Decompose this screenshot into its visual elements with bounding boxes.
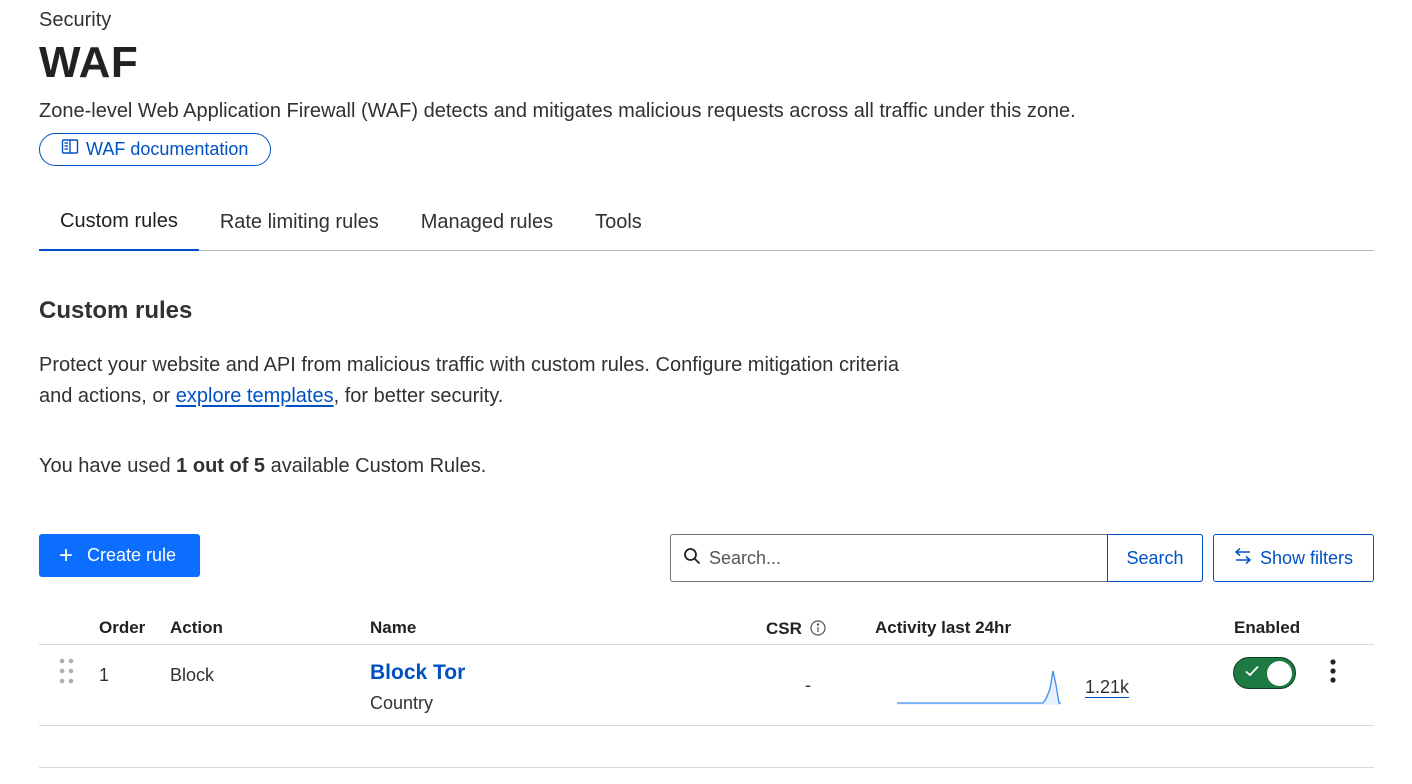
table-header: Order Action Name CSR Activity last 24hr… bbox=[39, 606, 1374, 645]
show-filters-button[interactable]: Show filters bbox=[1213, 534, 1374, 582]
page-title: WAF bbox=[39, 38, 139, 87]
show-filters-label: Show filters bbox=[1259, 547, 1354, 568]
search-icon bbox=[683, 547, 701, 570]
search-bar: Search bbox=[670, 534, 1203, 582]
activity-count[interactable]: 1.21k bbox=[1085, 677, 1129, 698]
page-description: Zone-level Web Application Firewall (WAF… bbox=[39, 100, 1076, 122]
search-button[interactable]: Search bbox=[1107, 534, 1203, 582]
column-action[interactable]: Action bbox=[170, 618, 223, 638]
tab-rate-limiting-rules[interactable]: Rate limiting rules bbox=[199, 194, 400, 251]
column-order[interactable]: Order bbox=[99, 618, 145, 638]
waf-documentation-label: WAF documentation bbox=[86, 139, 249, 159]
usage-text-2: available Custom Rules. bbox=[265, 455, 487, 477]
tab-managed-rules[interactable]: Managed rules bbox=[400, 194, 574, 251]
plus-icon: + bbox=[59, 541, 74, 569]
table-row[interactable]: 1 Block Block Tor Country - 1.21k bbox=[39, 645, 1374, 726]
column-activity: Activity last 24hr bbox=[875, 618, 1012, 637]
book-icon bbox=[61, 138, 79, 161]
activity-sparkline bbox=[895, 661, 1065, 712]
waf-page: Security WAF Zone-level Web Application … bbox=[39, 0, 1374, 784]
explore-templates-link[interactable]: explore templates bbox=[176, 385, 334, 407]
toggle-knob bbox=[1267, 660, 1292, 686]
rule-name-link[interactable]: Block Tor bbox=[370, 661, 465, 685]
info-icon[interactable] bbox=[810, 620, 826, 636]
tab-custom-rules[interactable]: Custom rules bbox=[39, 194, 199, 251]
rule-csr: - bbox=[805, 675, 811, 695]
rule-action: Block bbox=[170, 665, 215, 685]
column-name[interactable]: Name bbox=[370, 618, 416, 638]
create-rule-label: Create rule bbox=[87, 545, 177, 565]
search-field bbox=[671, 535, 1107, 581]
section-desc-text-2: , for better security. bbox=[333, 385, 504, 407]
column-enabled: Enabled bbox=[1234, 618, 1301, 637]
section-description: Protect your website and API from malici… bbox=[39, 350, 899, 412]
column-csr-label: CSR bbox=[766, 619, 802, 638]
tab-tools[interactable]: Tools bbox=[574, 194, 663, 251]
enabled-toggle[interactable] bbox=[1233, 657, 1296, 689]
check-icon bbox=[1245, 665, 1259, 677]
rules-table: Order Action Name CSR Activity last 24hr… bbox=[39, 606, 1374, 726]
swap-arrows-icon bbox=[1234, 547, 1252, 569]
create-rule-button[interactable]: + Create rule bbox=[39, 534, 200, 577]
rule-order: 1 bbox=[99, 665, 110, 685]
search-input[interactable] bbox=[709, 547, 1089, 569]
rule-name-cell: Block Tor Country bbox=[370, 661, 465, 714]
rule-subtitle: Country bbox=[370, 693, 434, 713]
usage-text-1: You have used bbox=[39, 455, 177, 477]
tab-bar: Custom rules Rate limiting rules Managed… bbox=[39, 194, 1374, 251]
breadcrumb[interactable]: Security bbox=[39, 9, 111, 32]
kebab-menu-icon[interactable] bbox=[1329, 659, 1337, 690]
rule-usage-text: You have used 1 out of 5 available Custo… bbox=[39, 455, 486, 478]
waf-documentation-button[interactable]: WAF documentation bbox=[39, 133, 271, 166]
table-bottom-divider bbox=[39, 767, 1374, 768]
section-title: Custom rules bbox=[39, 297, 193, 324]
drag-handle-icon[interactable] bbox=[59, 658, 75, 693]
column-csr: CSR bbox=[766, 618, 826, 639]
usage-count: 1 out of 5 bbox=[176, 455, 266, 477]
